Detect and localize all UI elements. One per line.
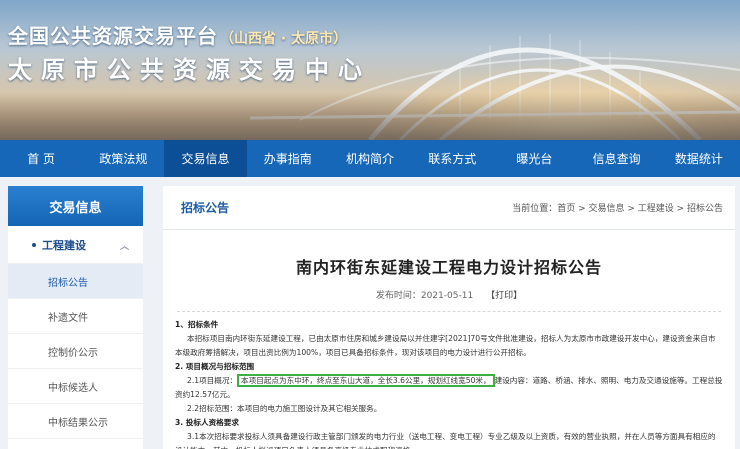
platform-region: （山西省 · 太原市） [220, 31, 348, 47]
sidebar-category-label: 工程建设 [42, 238, 86, 252]
sidebar-item-candidates[interactable]: 中标候选人 [8, 369, 143, 404]
section-2-2-text: 2.2招标范围：本项目的电力施工图设计及其它相关服务。 [187, 404, 382, 413]
nav-exposure[interactable]: 曝光台 [493, 140, 575, 177]
platform-title: 全国公共资源交易平台 （山西省 · 太原市） [8, 20, 347, 49]
nav-contact[interactable]: 联系方式 [411, 140, 493, 177]
main-content: 招标公告 当前位置：首页 > 交易信息 > 工程建设 > 招标公告 南内环街东延… [163, 186, 735, 449]
chevron-up-icon: ︿ [119, 242, 129, 252]
article-body: 1、招标条件 本招标项目南内环街东延建设工程，已由太原市住房和城乡建设局以并住建… [163, 312, 735, 449]
nav-statistics[interactable]: 数据统计 [658, 140, 740, 177]
section-3-heading: 3. 投标人资格要求 [175, 418, 239, 427]
nav-about[interactable]: 机构简介 [329, 140, 411, 177]
article-meta: 发布时间：2021-05-11 【打印】 [163, 288, 735, 301]
breadcrumb[interactable]: 当前位置：首页 > 交易信息 > 工程建设 > 招标公告 [512, 201, 723, 214]
page-title: 南内环街东延建设工程电力设计招标公告 [295, 258, 602, 277]
section-3-1-text: 3.1本次招标要求投标人须具备建设行政主管部门颁发的电力行业（送电工程、变电工程… [175, 432, 716, 449]
platform-name: 全国公共资源交易平台 [8, 24, 218, 48]
bullet-dot-icon [32, 242, 36, 247]
highlighted-project-summary: 本项目起点为东中环，终点至东山大道，全长3.6公里，规划红线宽50米， [237, 374, 495, 387]
city-skyline [0, 92, 740, 140]
section-1-text: 本招标项目南内环街东延建设工程，已由太原市住房和城乡建设局以并住建字[2021]… [175, 334, 716, 357]
nav-query[interactable]: 信息查询 [576, 140, 658, 177]
nav-guide[interactable]: 办事指南 [247, 140, 329, 177]
sidebar: 交易信息 工程建设 ︿ 招标公告 补遗文件 控制价公示 中标候选人 中标结果公示 [8, 186, 143, 449]
section-1-heading: 1、招标条件 [175, 320, 219, 329]
content-header: 招标公告 当前位置：首页 > 交易信息 > 工程建设 > 招标公告 [163, 186, 735, 230]
sidebar-item-control-price[interactable]: 控制价公示 [8, 334, 143, 369]
sidebar-item-tender-notice[interactable]: 招标公告 [8, 264, 143, 299]
section-2-1-lead: 2.1项目概况： [187, 376, 238, 385]
main-nav: 首 页 政策法规 交易信息 办事指南 机构简介 联系方式 曝光台 信息查询 数据… [0, 140, 740, 177]
print-link[interactable]: 【打印】 [486, 291, 522, 301]
section-2-heading: 2. 项目概况与招标范围 [175, 362, 255, 371]
section-2-1-text: 2.1项目概况： 本项目起点为东中环，终点至东山大道，全长3.6公里，规划红线宽5… [175, 374, 723, 402]
header-banner: 全国公共资源交易平台 （山西省 · 太原市） 太原市公共资源交易中心 [0, 0, 740, 140]
sidebar-category-engineering[interactable]: 工程建设 ︿ [8, 226, 143, 264]
sidebar-title: 交易信息 [8, 186, 143, 226]
sidebar-item-addendum[interactable]: 补遗文件 [8, 299, 143, 334]
center-name: 太原市公共资源交易中心 [8, 56, 371, 84]
nav-home[interactable]: 首 页 [0, 140, 82, 177]
sidebar-item-results[interactable]: 中标结果公示 [8, 404, 143, 439]
nav-trade-info[interactable]: 交易信息 [164, 140, 247, 177]
publish-time: 发布时间：2021-05-11 [375, 291, 474, 301]
nav-policy[interactable]: 政策法规 [82, 140, 164, 177]
section-label: 招标公告 [181, 201, 230, 215]
page-root: 全国公共资源交易平台 （山西省 · 太原市） 太原市公共资源交易中心 首 页 政策… [0, 0, 740, 449]
